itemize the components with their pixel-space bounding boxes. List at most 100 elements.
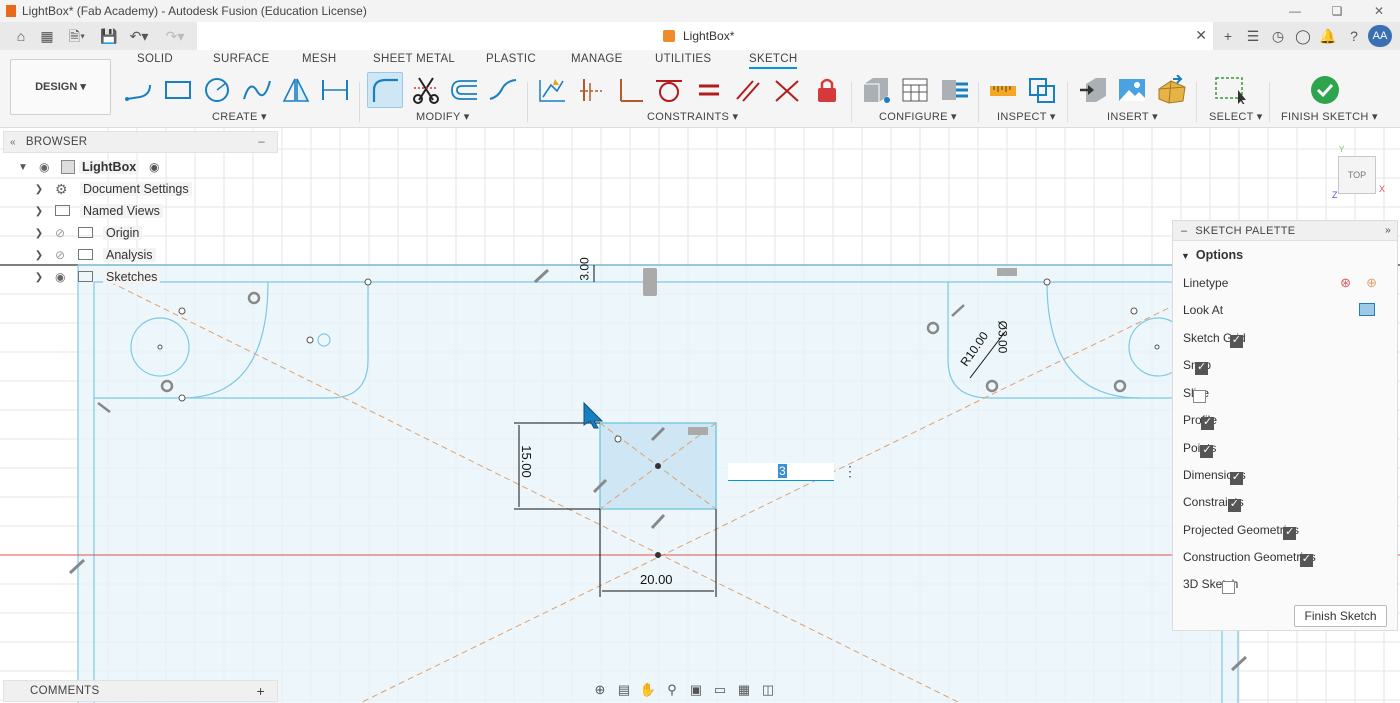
- tab-sketch[interactable]: SKETCH: [749, 53, 798, 69]
- configuration-table-icon[interactable]: [898, 74, 932, 106]
- eye-visible-icon[interactable]: ◉: [55, 270, 65, 284]
- viewports-icon[interactable]: ◫: [758, 681, 778, 699]
- trim-tool-icon[interactable]: [409, 74, 443, 106]
- grid-settings-icon[interactable]: ▦: [734, 681, 754, 699]
- help-icon[interactable]: ?: [1344, 26, 1364, 46]
- minimize-icon[interactable]: —: [1274, 0, 1316, 22]
- eye-hidden-icon[interactable]: ⊘: [55, 226, 65, 240]
- fit-icon[interactable]: ▣: [686, 681, 706, 699]
- coincident-constraint-icon[interactable]: [574, 74, 608, 106]
- constraints-menu[interactable]: CONSTRAINTS ▾: [647, 110, 738, 123]
- finish-sketch-menu[interactable]: FINISH SKETCH ▾: [1281, 110, 1378, 123]
- tab-solid[interactable]: SOLID: [137, 53, 173, 65]
- pan-hand-icon[interactable]: ✋: [638, 681, 658, 699]
- configuration-rules-icon[interactable]: [938, 74, 972, 106]
- modify-menu[interactable]: MODIFY ▾: [416, 110, 470, 123]
- fillet-tool-icon[interactable]: [367, 72, 403, 108]
- workspace-switcher-button[interactable]: DESIGN ▾: [10, 59, 111, 115]
- insert-derive-icon[interactable]: [1076, 74, 1110, 106]
- dimension-value-input[interactable]: 3: [728, 463, 834, 481]
- insert-menu[interactable]: INSERT ▾: [1107, 110, 1158, 123]
- browser-item-document-settings[interactable]: ❯ ⚙ Document Settings: [33, 179, 273, 199]
- close-icon[interactable]: ✕: [1358, 0, 1400, 22]
- save-icon[interactable]: 💾: [98, 26, 120, 46]
- measure-tool-icon[interactable]: [986, 74, 1020, 106]
- offset-tool-icon[interactable]: [447, 74, 481, 106]
- gap-dimension[interactable]: 3.00: [578, 257, 592, 280]
- snap-checkbox[interactable]: [1195, 360, 1209, 375]
- 3d-sketch-checkbox[interactable]: [1222, 580, 1236, 594]
- look-at-icon[interactable]: [1359, 303, 1375, 316]
- construction-geometries-checkbox[interactable]: [1299, 552, 1313, 567]
- linetype-normal-icon[interactable]: ⊛: [1340, 275, 1351, 291]
- tangent-constraint-icon[interactable]: [652, 74, 686, 106]
- extensions-icon[interactable]: ◯: [1293, 26, 1313, 46]
- chevron-right-icon[interactable]: ❯: [33, 228, 45, 239]
- equal-constraint-icon[interactable]: [692, 74, 726, 106]
- apps-grid-icon[interactable]: ▦: [36, 26, 58, 46]
- redo-icon[interactable]: ↷▾: [160, 26, 190, 46]
- tab-mesh[interactable]: MESH: [302, 53, 336, 65]
- dimensions-checkbox[interactable]: [1229, 470, 1243, 485]
- more-options-icon[interactable]: ⋮: [843, 463, 857, 480]
- data-panel-icon[interactable]: ☰: [1243, 26, 1263, 46]
- parallel-constraint-icon[interactable]: [731, 74, 765, 106]
- activate-radio-icon[interactable]: ◉: [149, 160, 159, 174]
- job-status-icon[interactable]: ◷: [1268, 26, 1288, 46]
- eye-visible-icon[interactable]: ◉: [39, 160, 49, 174]
- perpendicular-constraint-icon[interactable]: [613, 74, 647, 106]
- configure-menu[interactable]: CONFIGURE ▾: [879, 110, 957, 123]
- display-settings-icon[interactable]: ▭: [710, 681, 730, 699]
- browser-item-named-views[interactable]: ❯ Named Views: [33, 201, 273, 221]
- restore-icon[interactable]: ❏: [1316, 0, 1358, 22]
- chevron-right-icon[interactable]: ❯: [33, 272, 45, 283]
- points-checkbox[interactable]: [1200, 443, 1214, 458]
- home-icon[interactable]: ⌂: [10, 26, 32, 46]
- notifications-bell-icon[interactable]: 🔔: [1318, 26, 1338, 46]
- slot-curve-tool-icon[interactable]: [486, 74, 520, 106]
- line-tool-icon[interactable]: [122, 74, 156, 106]
- orbit-icon[interactable]: ⊕: [590, 681, 610, 699]
- minimize-panel-icon[interactable]: –: [258, 136, 265, 148]
- new-tab-icon[interactable]: +: [1218, 26, 1238, 46]
- center-point[interactable]: [655, 463, 661, 469]
- linetype-construction-icon[interactable]: ⊕: [1366, 275, 1377, 291]
- sketch-dimension-icon[interactable]: [535, 74, 569, 106]
- insert-canvas-icon[interactable]: [1115, 74, 1149, 106]
- browser-item-origin[interactable]: ❯ ⊘ Origin: [33, 223, 273, 243]
- chevron-right-icon[interactable]: ❯: [33, 250, 45, 261]
- eye-hidden-icon[interactable]: ⊘: [55, 248, 65, 262]
- chevron-right-icon[interactable]: ❯: [33, 184, 45, 195]
- undo-icon[interactable]: ↶▾: [124, 26, 154, 46]
- expand-palette-icon[interactable]: »: [1385, 225, 1391, 236]
- tab-utilities[interactable]: UTILITIES: [655, 53, 711, 65]
- add-comment-icon[interactable]: +: [257, 683, 265, 699]
- file-menu-icon[interactable]: 🗎▾: [62, 26, 92, 46]
- view-cube[interactable]: TOP: [1338, 156, 1376, 194]
- fix-unfix-lock-icon[interactable]: [810, 74, 844, 106]
- close-tab-icon[interactable]: ✕: [1195, 27, 1207, 44]
- constraints-checkbox[interactable]: [1227, 497, 1241, 512]
- origin-point[interactable]: [655, 552, 661, 558]
- finish-sketch-button[interactable]: Finish Sketch: [1294, 605, 1387, 627]
- minimize-palette-icon[interactable]: –: [1181, 225, 1187, 237]
- tab-surface[interactable]: SURFACE: [213, 53, 269, 65]
- look-at-nav-icon[interactable]: ▤: [614, 681, 634, 699]
- symmetry-constraint-icon[interactable]: [770, 74, 804, 106]
- chevron-down-icon[interactable]: ▼: [17, 162, 29, 173]
- circle-tool-icon[interactable]: [200, 74, 234, 106]
- window-select-icon[interactable]: [1213, 74, 1247, 106]
- zoom-icon[interactable]: ⚲: [662, 681, 682, 699]
- inspect-menu[interactable]: INSPECT ▾: [997, 110, 1056, 123]
- profile-checkbox[interactable]: [1201, 415, 1215, 430]
- rectangle-tool-icon[interactable]: [161, 74, 195, 106]
- mirror-tool-icon[interactable]: [279, 74, 313, 106]
- select-menu[interactable]: SELECT ▾: [1209, 110, 1263, 123]
- tab-sheet-metal[interactable]: SHEET METAL: [373, 53, 455, 65]
- user-avatar[interactable]: AA: [1368, 25, 1392, 47]
- dimension-tool-icon[interactable]: [318, 74, 352, 106]
- create-menu[interactable]: CREATE ▾: [212, 110, 267, 123]
- sketch-grid-checkbox[interactable]: [1229, 333, 1243, 348]
- height-dimension[interactable]: 15.00: [519, 445, 534, 478]
- options-section[interactable]: ▼ Options: [1181, 248, 1243, 262]
